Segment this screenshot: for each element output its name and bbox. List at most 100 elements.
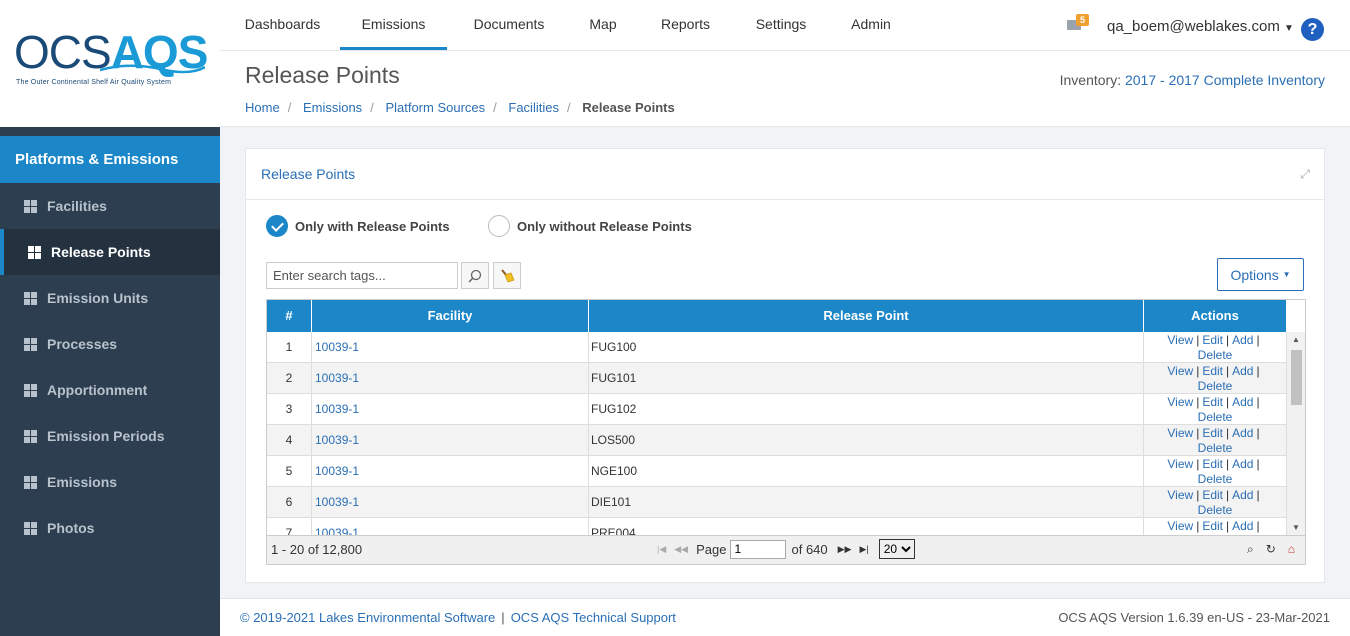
clear-search-button[interactable] (493, 262, 521, 289)
breadcrumb-home[interactable]: Home (245, 100, 280, 115)
sidebar-item-release-points[interactable]: Release Points (0, 229, 220, 275)
view-link[interactable]: View (1167, 519, 1193, 533)
delete-link[interactable]: Delete (1198, 503, 1233, 517)
sidebar-item-label: Facilities (47, 198, 107, 214)
sidebar-item-photos[interactable]: Photos (0, 505, 220, 551)
breadcrumb-emissions[interactable]: Emissions (303, 100, 362, 115)
view-link[interactable]: View (1167, 333, 1193, 347)
delete-link[interactable]: Delete (1198, 441, 1233, 455)
prev-page-icon[interactable]: ◀◀ (674, 544, 688, 555)
search-tags-input[interactable] (266, 262, 458, 289)
edit-link[interactable]: Edit (1202, 457, 1223, 471)
table-row[interactable]: 710039-1 PRE004View|Edit|Add|Delete (267, 518, 1287, 535)
facility-link[interactable]: 10039-1 (315, 433, 359, 447)
sidebar-item-processes[interactable]: Processes (0, 321, 220, 367)
edit-link[interactable]: Edit (1202, 519, 1223, 533)
sidebar-item-emissions[interactable]: Emissions (0, 459, 220, 505)
sidebar-item-facilities[interactable]: Facilities (0, 183, 220, 229)
add-link[interactable]: Add (1232, 395, 1253, 409)
scroll-up-icon[interactable]: ▲ (1292, 335, 1300, 344)
breadcrumb-facilities[interactable]: Facilities (508, 100, 559, 115)
facility-link[interactable]: 10039-1 (315, 464, 359, 478)
row-number: 1 (267, 332, 312, 363)
grid-scrollbar[interactable]: ▲ ▼ (1287, 332, 1305, 535)
sidebar-item-emission-periods[interactable]: Emission Periods (0, 413, 220, 459)
facility-link[interactable]: 10039-1 (315, 526, 359, 535)
add-link[interactable]: Add (1232, 519, 1253, 533)
row-number: 4 (267, 425, 312, 456)
filter-without-release-points[interactable]: Only without Release Points (488, 215, 692, 237)
add-link[interactable]: Add (1232, 426, 1253, 440)
facility-link[interactable]: 10039-1 (315, 340, 359, 354)
last-page-icon[interactable]: ▶| (859, 544, 868, 555)
view-link[interactable]: View (1167, 364, 1193, 378)
nav-map[interactable]: Map (573, 0, 633, 50)
facility-link[interactable]: 10039-1 (315, 371, 359, 385)
view-link[interactable]: View (1167, 457, 1193, 471)
column-header-release-point[interactable]: Release Point (589, 300, 1144, 332)
inventory-link[interactable]: 2017 - 2017 Complete Inventory (1125, 72, 1325, 88)
table-row[interactable]: 5 10039-1 NGE100 View | Edit | Add | Delete (267, 456, 1287, 487)
options-dropdown-button[interactable]: Options ▼ (1217, 258, 1304, 291)
table-row[interactable]: 2 10039-1 FUG101 View | Edit | Add | Delete (267, 363, 1287, 394)
nav-dashboards[interactable]: Dashboards (231, 0, 334, 50)
support-link[interactable]: OCS AQS Technical Support (511, 610, 676, 625)
edit-link[interactable]: Edit (1202, 426, 1223, 440)
export-icon[interactable]: ⌂ (1288, 542, 1295, 557)
view-link[interactable]: View (1167, 426, 1193, 440)
column-header-facility[interactable]: Facility (312, 300, 589, 332)
nav-reports[interactable]: Reports (648, 0, 723, 50)
nav-admin[interactable]: Admin (838, 0, 904, 50)
filter-with-release-points[interactable]: Only with Release Points (266, 215, 450, 237)
column-header-number[interactable]: # (267, 300, 312, 332)
first-page-icon[interactable]: |◀ (657, 544, 666, 555)
delete-link[interactable]: Delete (1198, 348, 1233, 362)
record-count: 1 - 20 of 12,800 (271, 542, 363, 557)
view-link[interactable]: View (1167, 488, 1193, 502)
sidebar-header: Platforms & Emissions (0, 136, 220, 183)
delete-link[interactable]: Delete (1198, 472, 1233, 486)
options-label: Options (1230, 266, 1279, 283)
release-point-cell: FUG100 (589, 332, 1144, 363)
sidebar-item-emission-units[interactable]: Emission Units (0, 275, 220, 321)
sidebar-item-apportionment[interactable]: Apportionment (0, 367, 220, 413)
facility-link[interactable]: 10039-1 (315, 495, 359, 509)
add-link[interactable]: Add (1232, 333, 1253, 347)
table-row[interactable]: 3 10039-1 FUG102 View | Edit | Add | Delete (267, 394, 1287, 425)
help-icon[interactable]: ? (1301, 18, 1324, 41)
delete-link[interactable]: Delete (1198, 379, 1233, 393)
refresh-icon[interactable]: ↻ (1266, 542, 1276, 557)
release-point-cell: NGE100 (589, 456, 1144, 487)
breadcrumb-platform-sources[interactable]: Platform Sources (385, 100, 485, 115)
expand-icon[interactable]: ⤢ (1300, 167, 1310, 182)
view-link[interactable]: View (1167, 395, 1193, 409)
nav-emissions[interactable]: Emissions (340, 0, 447, 50)
copyright-link[interactable]: © 2019-2021 Lakes Environmental Software (240, 610, 495, 625)
facility-link[interactable]: 10039-1 (315, 402, 359, 416)
page-size-select[interactable]: 20 (878, 539, 915, 559)
table-row[interactable]: 1 10039-1 FUG100 View | Edit | Add | Delete (267, 332, 1287, 363)
delete-link[interactable]: Delete (1198, 410, 1233, 424)
nav-settings[interactable]: Settings (742, 0, 820, 50)
edit-link[interactable]: Edit (1202, 488, 1223, 502)
release-point-cell: DIE101 (589, 487, 1144, 518)
nav-documents[interactable]: Documents (459, 0, 559, 50)
scrollbar-thumb[interactable] (1291, 350, 1302, 405)
table-row[interactable]: 4 10039-1 LOS500 View | Edit | Add | Delete (267, 425, 1287, 456)
edit-link[interactable]: Edit (1202, 395, 1223, 409)
search-button[interactable] (461, 262, 489, 289)
table-row[interactable]: 6 10039-1 DIE101 View | Edit | Add | Delete (267, 487, 1287, 518)
edit-link[interactable]: Edit (1202, 364, 1223, 378)
logo-ocs-text: OCS (14, 26, 112, 78)
page-label: Page (696, 541, 727, 557)
add-link[interactable]: Add (1232, 488, 1253, 502)
logo[interactable]: OCSAQS The Outer Continental Shelf Air Q… (0, 0, 220, 127)
next-page-icon[interactable]: ▶▶ (838, 544, 852, 555)
add-link[interactable]: Add (1232, 364, 1253, 378)
grid-search-icon[interactable]: ⌕ (1247, 542, 1254, 557)
scroll-down-icon[interactable]: ▼ (1292, 523, 1300, 532)
edit-link[interactable]: Edit (1202, 333, 1223, 347)
page-number-input[interactable] (730, 539, 787, 559)
add-link[interactable]: Add (1232, 457, 1253, 471)
user-menu[interactable]: qa_boem@weblakes.com ▼ (1107, 18, 1294, 35)
